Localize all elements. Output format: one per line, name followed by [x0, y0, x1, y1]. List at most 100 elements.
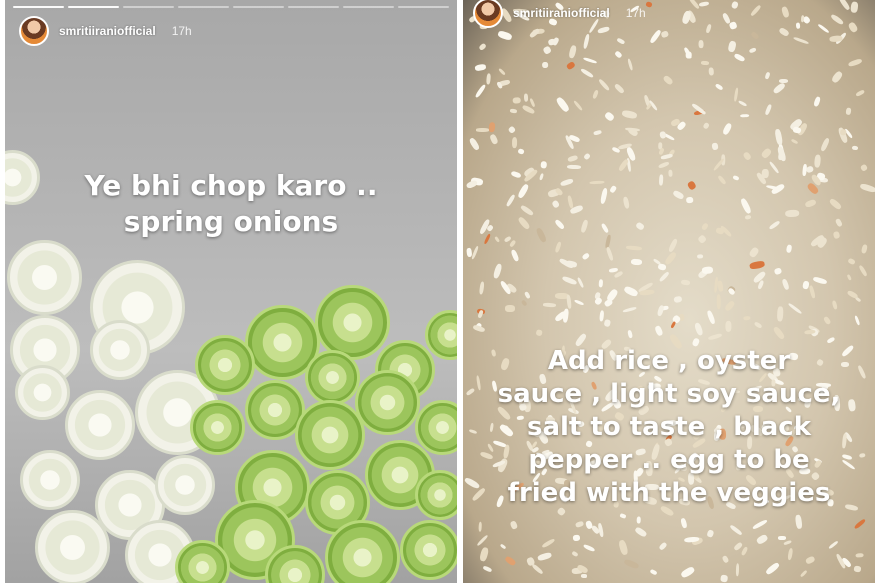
rice-grain: [621, 109, 638, 120]
rice-grain: [542, 303, 556, 308]
rice-grain: [785, 243, 793, 253]
profile-avatar[interactable]: [19, 16, 49, 46]
rice-grain: [707, 333, 723, 341]
rice-grain: [583, 152, 592, 161]
rice-grain: [670, 321, 676, 329]
rice-grain: [477, 42, 487, 51]
rice-grain: [860, 243, 868, 254]
rice-grain: [531, 563, 544, 575]
rice-grain: [535, 227, 548, 243]
story-panel-left[interactable]: smritiiraniofficial 17h Ye bhi chop karo…: [5, 0, 457, 583]
rice-grain: [760, 147, 773, 160]
rice-grain: [795, 514, 803, 530]
rice-grain: [847, 58, 863, 68]
rice-grain: [693, 321, 704, 337]
onion-slice: [155, 455, 215, 515]
rice-grain: [856, 552, 864, 558]
rice-grain: [572, 99, 584, 111]
rice-grain: [543, 45, 553, 55]
rice-grain: [507, 125, 517, 134]
rice-grain: [685, 51, 692, 59]
rice-grain: [764, 72, 771, 81]
rice-grain: [744, 214, 752, 221]
rice-grain: [796, 23, 801, 30]
rice-grain: [667, 169, 673, 177]
rice-grain: [604, 111, 616, 123]
rice-grain: [603, 319, 612, 328]
rice-grain: [465, 178, 479, 190]
rice-grain: [819, 137, 831, 153]
profile-avatar[interactable]: [473, 0, 503, 28]
rice-grain: [625, 245, 643, 251]
rice-grain: [529, 97, 536, 108]
rice-grain: [781, 278, 790, 291]
rice-grain: [593, 296, 604, 306]
rice-grain: [750, 30, 760, 40]
rice-grain: [509, 239, 517, 248]
progress-segment: [233, 6, 284, 8]
rice-grain: [668, 237, 679, 253]
rice-grain: [542, 61, 549, 69]
rice-grain: [498, 68, 506, 76]
rice-grain: [859, 182, 875, 194]
rice-grain: [512, 96, 521, 104]
rice-grain: [735, 563, 740, 576]
rice-grain: [626, 329, 633, 339]
rice-grain: [540, 161, 547, 170]
rice-grain: [832, 230, 841, 240]
rice-grain: [828, 197, 843, 211]
progress-segment: [288, 6, 339, 8]
rice-grain: [664, 251, 678, 266]
rice-grain: [517, 183, 530, 200]
rice-grain: [846, 257, 856, 266]
rice-grain: [504, 305, 515, 313]
story-panel-right[interactable]: smritiiraniofficial 17h Add rice , oyste…: [463, 0, 875, 583]
onion-slice: [35, 510, 110, 583]
rice-grain: [707, 529, 715, 538]
rice-grain: [575, 521, 584, 529]
rice-grain: [634, 526, 648, 538]
onion-slice: [190, 400, 245, 455]
username[interactable]: smritiiraniofficial: [59, 24, 156, 38]
progress-segment: [178, 6, 229, 8]
rice-grain: [702, 266, 714, 275]
rice-grain: [774, 128, 783, 145]
rice-grain: [559, 177, 574, 187]
post-time: 17h: [625, 6, 646, 20]
rice-grain: [768, 160, 780, 175]
rice-grain: [636, 516, 641, 524]
rice-grain: [708, 66, 715, 76]
rice-grain: [572, 534, 581, 542]
rice-grain: [813, 96, 822, 108]
rice-grain: [723, 299, 736, 313]
rice-grain: [785, 209, 800, 217]
username[interactable]: smritiiraniofficial: [513, 6, 610, 20]
rice-grain: [477, 521, 482, 532]
rice-grain: [566, 164, 582, 169]
rice-grain: [808, 285, 816, 299]
rice-grain: [853, 565, 862, 572]
rice-grain: [510, 249, 520, 263]
rice-grain: [787, 302, 803, 316]
rice-grain: [510, 520, 519, 530]
rice-grain: [580, 573, 588, 579]
rice-grain: [582, 56, 597, 64]
rice-grain: [567, 154, 578, 163]
rice-grain: [740, 197, 753, 215]
rice-grain: [838, 0, 851, 12]
rice-grain: [474, 83, 487, 99]
rice-grain: [580, 67, 594, 79]
rice-grain: [850, 1, 859, 14]
rice-grain: [634, 221, 645, 232]
rice-grain: [494, 235, 501, 243]
rice-grain: [645, 1, 653, 8]
rice-grain: [781, 6, 791, 19]
rice-grain: [697, 234, 707, 245]
rice-grain: [555, 95, 570, 113]
rice-grain: [605, 287, 619, 303]
progress-segment: [13, 6, 64, 8]
rice-grain: [479, 546, 490, 563]
rice-grain: [672, 189, 686, 200]
rice-grain: [483, 233, 492, 245]
rice-grain: [661, 153, 674, 160]
